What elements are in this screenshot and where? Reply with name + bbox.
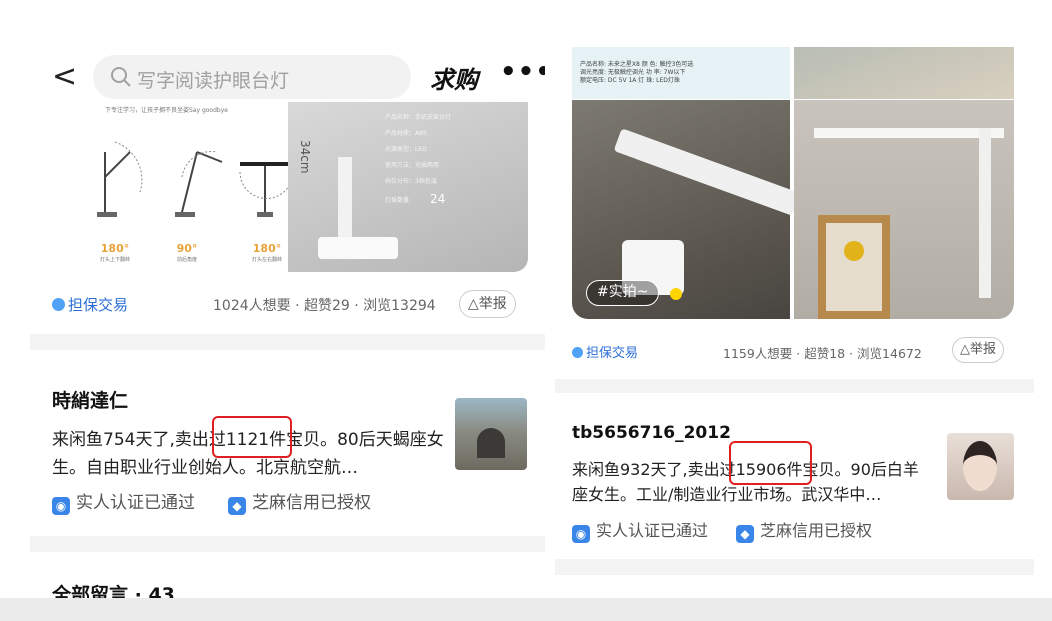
search-icon <box>111 67 131 87</box>
picture-canvas <box>826 223 882 311</box>
back-arrow-icon[interactable]: < <box>52 62 77 92</box>
seller-avatar[interactable] <box>455 398 527 470</box>
screenshot-bottom-strip <box>0 598 1052 621</box>
spec-line: 产品名称：手机支架台灯 <box>385 114 452 121</box>
sesame-badge: ◆ 芝麻信用已授权 <box>736 517 872 543</box>
spec-line: 光源类型：LED <box>385 146 427 153</box>
lamp-drawing <box>318 157 398 259</box>
real-shot-tag: #实拍~ <box>586 280 660 306</box>
spec-line: 额定电压: DC 5V 1A 灯 珠: LED灯珠 <box>580 77 680 84</box>
lamp-angle-icon <box>97 141 143 217</box>
next-section <box>555 575 1034 598</box>
guarantee-badge[interactable]: 担保交易 <box>572 342 638 361</box>
picture-frame <box>818 215 890 319</box>
product-stats: 1159人想要 · 超赞18 · 浏览14672 <box>723 346 922 361</box>
angle-value: 180° <box>100 242 130 255</box>
lamp-angle-icon <box>239 162 294 217</box>
lamp-angle-icon <box>175 151 223 217</box>
spec-strip: 产品名称: 未来之星X8 颜 色: 触控3色可选 调光亮度: 无极触控调光 功 … <box>572 47 790 99</box>
warning-icon: △ <box>468 296 479 312</box>
warning-icon: △ <box>960 342 970 357</box>
product-card: 产品名称: 未来之星X8 颜 色: 触控3色可选 调光亮度: 无极触控调光 功 … <box>555 47 1034 379</box>
shield-icon <box>572 347 583 358</box>
spec-line: 产品名称: 未来之星X8 颜 色: 触控3色可选 <box>580 61 694 68</box>
report-label: 举报 <box>478 296 507 312</box>
product-image[interactable]: 下专注学习，让孩子拥不良坐姿Say goodbye 180° 90° 180° … <box>55 102 528 272</box>
avatar-gate <box>477 428 505 458</box>
sunflower <box>844 241 864 261</box>
comments-title[interactable]: 全部留言 · 43 <box>52 580 175 598</box>
report-label: 举报 <box>970 342 997 357</box>
real-name-label: 实人认证已通过 <box>76 493 195 513</box>
more-icon[interactable]: ••• <box>500 57 545 87</box>
angle-value: 90° <box>176 242 198 255</box>
avatar-face <box>963 441 997 491</box>
spec-line: 调光亮度: 无极触控调光 功 率: 7W以下 <box>580 69 686 76</box>
lamp-arm <box>814 128 1004 138</box>
search-placeholder: 写字阅读护眼台灯 <box>137 70 290 92</box>
real-name-badge: ◉ 实人认证已通过 <box>52 488 195 515</box>
left-screenshot: < 写字阅读护眼台灯 求购 ••• 下专注学习，让孩子拥不良坐姿Say good… <box>30 47 545 598</box>
tag-dot <box>670 288 682 300</box>
sesame-icon: ◆ <box>228 497 246 515</box>
real-name-icon: ◉ <box>52 497 70 515</box>
highlight-box <box>729 441 812 485</box>
lamp-photo: 34cm 产品名称：手机支架台灯 产品材质：ABS 光源类型：LED 使用方法：… <box>288 102 528 272</box>
sesame-label: 芝麻信用已授权 <box>252 493 371 513</box>
search-bar[interactable]: 写字阅读护眼台灯 <box>93 55 411 99</box>
seller-name[interactable]: 時綃達仁 <box>52 386 128 413</box>
qiugou-button[interactable]: 求购 <box>430 60 478 95</box>
seller-avatar[interactable] <box>947 433 1014 500</box>
report-button[interactable]: △举报 <box>952 337 1005 363</box>
guarantee-label: 担保交易 <box>586 346 639 361</box>
product-stats: 1024人想要 · 超赞29 · 浏览13294 <box>213 298 436 314</box>
angle-desc: 灯头上下翻转 <box>99 257 130 263</box>
image-caption: 下专注学习，让孩子拥不良坐姿Say goodbye <box>105 107 228 114</box>
highlight-box <box>212 416 292 458</box>
report-button[interactable]: △举报 <box>459 290 516 318</box>
seller-name[interactable]: tb5656716_2012 <box>572 423 731 443</box>
product-card: < 写字阅读护眼台灯 求购 ••• 下专注学习，让孩子拥不良坐姿Say good… <box>30 47 545 334</box>
lamp-pole <box>979 128 991 298</box>
seller-card[interactable]: tb5656716_2012 来闲鱼932天了,卖出过15906件宝贝。90后白… <box>555 393 1034 559</box>
spec-line: 产品材质：ABS <box>385 130 427 137</box>
right-screenshot: 产品名称: 未来之星X8 颜 色: 触控3色可选 调光亮度: 无极触控调光 功 … <box>555 47 1034 598</box>
sesame-badge: ◆ 芝麻信用已授权 <box>228 488 371 515</box>
comments-section: 全部留言 · 43 <box>30 552 545 598</box>
real-name-icon: ◉ <box>572 525 590 543</box>
real-name-badge: ◉ 实人认证已通过 <box>572 517 708 543</box>
sesame-icon: ◆ <box>736 525 754 543</box>
guarantee-label: 担保交易 <box>68 296 129 314</box>
real-name-label: 实人认证已通过 <box>596 521 709 540</box>
lamp-photo[interactable] <box>794 100 1014 319</box>
sesame-label: 芝麻信用已授权 <box>760 521 873 540</box>
book-photo[interactable] <box>794 47 1014 99</box>
lamp-arm <box>613 128 801 216</box>
angle-desc: 前后角度 <box>176 257 197 263</box>
guarantee-badge[interactable]: 担保交易 <box>52 294 128 315</box>
lamp-photo[interactable]: #实拍~ <box>572 100 801 319</box>
seller-card[interactable]: 時綃達仁 来闲鱼754天了,卖出过1121件宝贝。80后天蝎座女生。自由职业行业… <box>30 350 545 536</box>
shield-icon <box>52 298 65 311</box>
